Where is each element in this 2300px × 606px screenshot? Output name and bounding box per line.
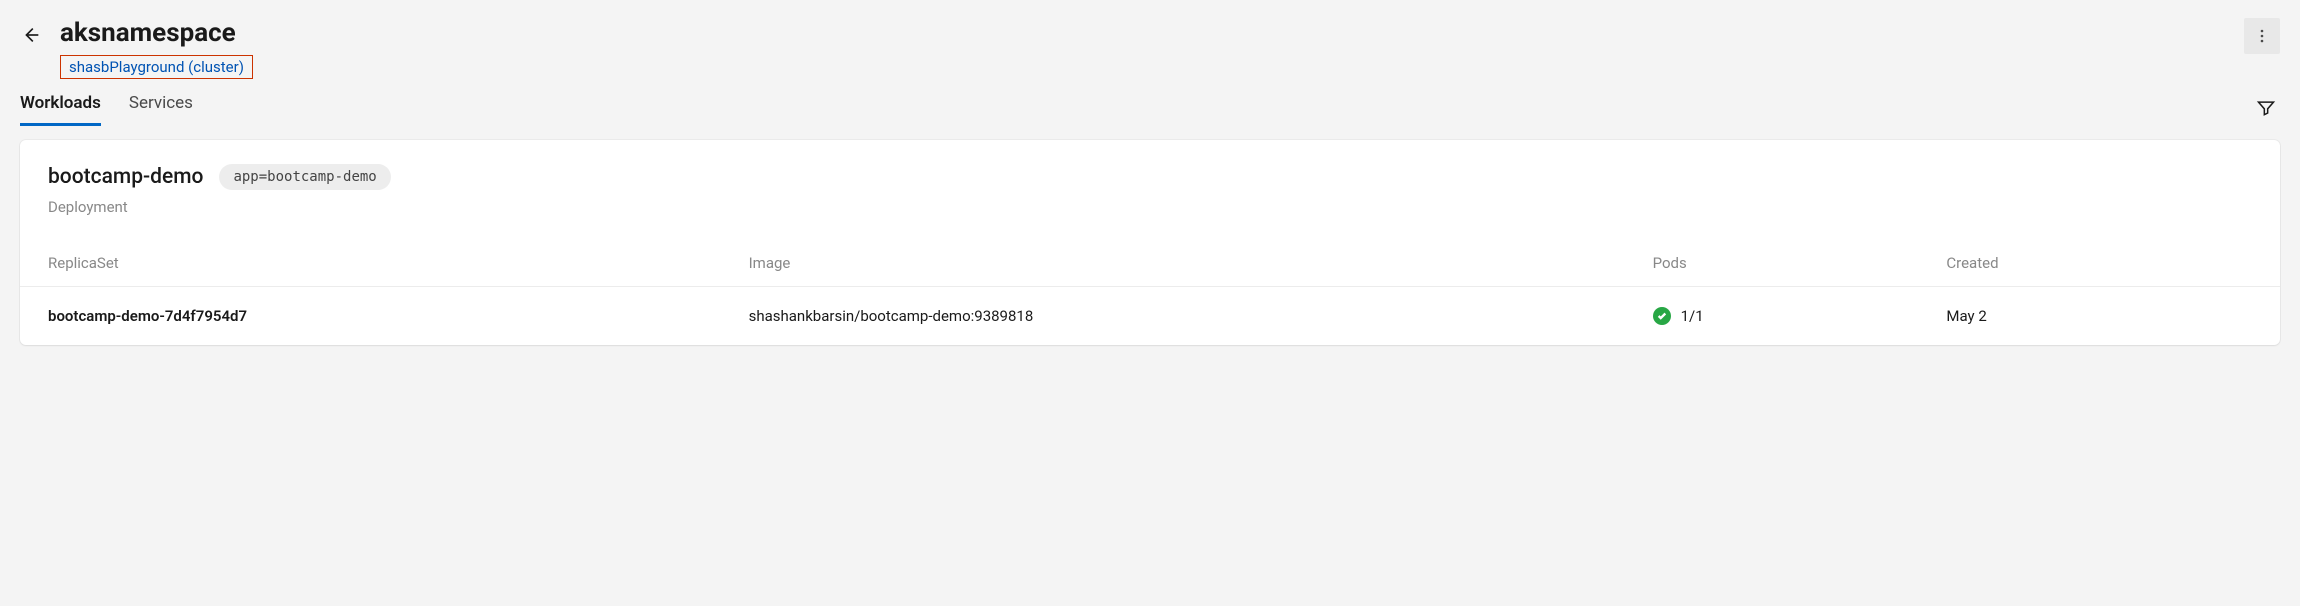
status-ok-icon bbox=[1653, 307, 1671, 325]
workload-card: bootcamp-demo app=bootcamp-demo Deployme… bbox=[20, 140, 2280, 345]
replicaset-table: ReplicaSet Image Pods Created bootcamp-d… bbox=[20, 240, 2280, 345]
cell-image: shashankbarsin/bootcamp-demo:9389818 bbox=[721, 287, 1625, 346]
table-row[interactable]: bootcamp-demo-7d4f7954d7 shashankbarsin/… bbox=[20, 287, 2280, 346]
back-button[interactable] bbox=[20, 24, 42, 50]
workload-label-tag: app=bootcamp-demo bbox=[219, 164, 390, 190]
col-header-pods: Pods bbox=[1625, 240, 1919, 287]
tab-bar: Workloads Services bbox=[20, 93, 193, 126]
cluster-link-highlight: shasbPlayground (cluster) bbox=[60, 55, 253, 79]
cell-created: May 2 bbox=[1918, 287, 2280, 346]
more-actions-button[interactable] bbox=[2244, 18, 2280, 54]
page-title: aksnamespace bbox=[60, 18, 253, 49]
col-header-replicaset: ReplicaSet bbox=[20, 240, 721, 287]
cell-replicaset: bootcamp-demo-7d4f7954d7 bbox=[20, 287, 721, 346]
cell-pods: 1/1 bbox=[1681, 307, 1704, 325]
cluster-link[interactable]: shasbPlayground (cluster) bbox=[69, 58, 244, 76]
tab-workloads[interactable]: Workloads bbox=[20, 93, 101, 126]
workload-kind: Deployment bbox=[48, 198, 2252, 216]
col-header-created: Created bbox=[1918, 240, 2280, 287]
filter-button[interactable] bbox=[2252, 94, 2280, 126]
filter-icon bbox=[2256, 98, 2276, 118]
tab-services[interactable]: Services bbox=[129, 93, 193, 126]
workload-name: bootcamp-demo bbox=[48, 165, 203, 189]
col-header-image: Image bbox=[721, 240, 1625, 287]
kebab-icon bbox=[2254, 28, 2270, 44]
